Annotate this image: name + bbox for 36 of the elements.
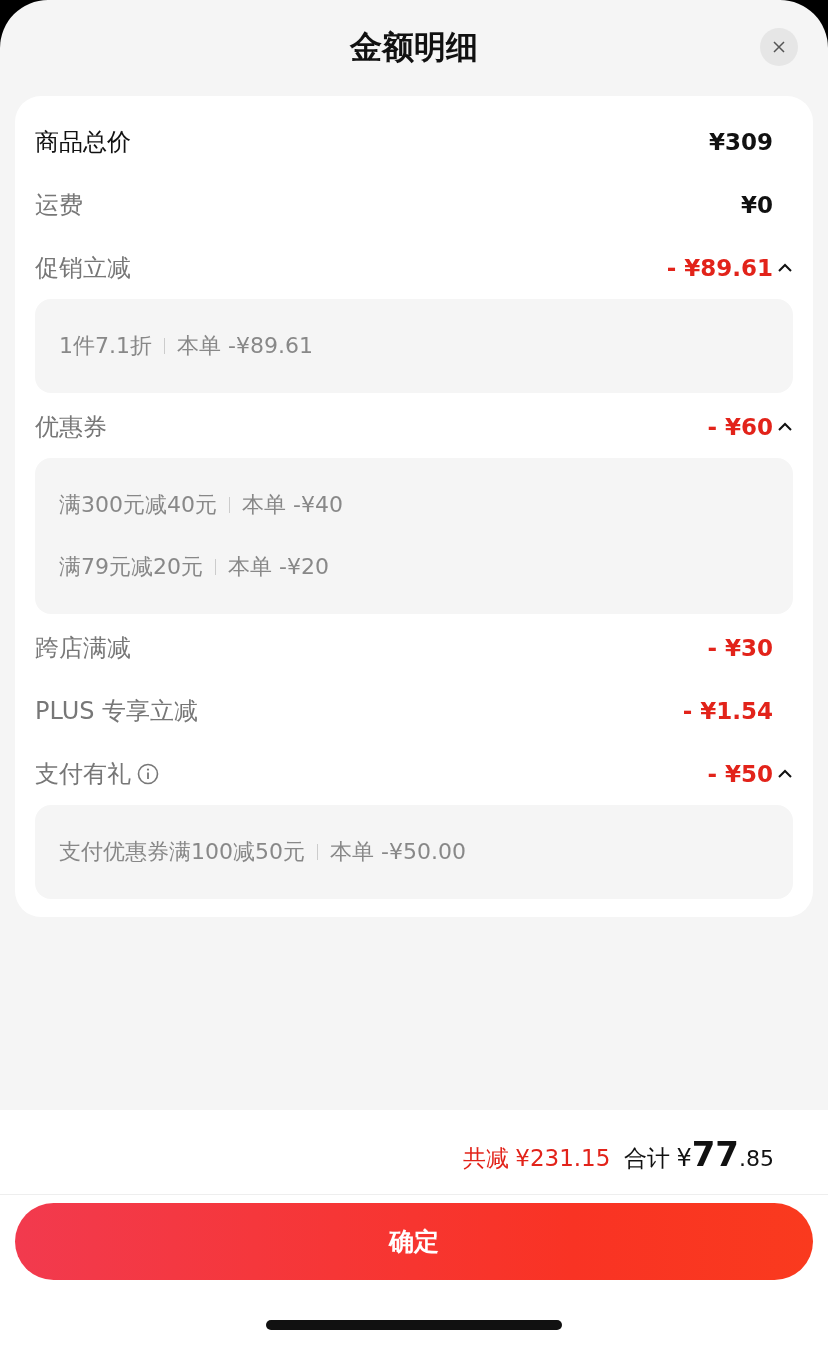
- row-label: 跨店满减: [35, 632, 131, 664]
- close-icon: [772, 40, 786, 54]
- row-label: PLUS 专享立减: [35, 695, 199, 727]
- detail-name: 支付优惠券满100减50元: [59, 838, 305, 866]
- row-amount: ¥0: [741, 191, 773, 218]
- saved-label: 共减: [463, 1144, 510, 1173]
- confirm-button[interactable]: 确定: [15, 1203, 813, 1280]
- detail-value: 本单 -¥89.61: [177, 332, 313, 360]
- row-amount: - ¥1.54: [682, 697, 773, 724]
- row-amount: - ¥50: [707, 760, 773, 787]
- detail-name: 满79元减20元: [59, 553, 203, 581]
- chevron-up-icon[interactable]: [777, 420, 793, 433]
- detail-value: 本单 -¥50.00: [330, 838, 466, 866]
- chevron-up-icon[interactable]: [777, 767, 793, 780]
- row-label: 促销立减: [35, 252, 131, 284]
- chevron-up-icon[interactable]: [777, 261, 793, 274]
- row-label: 支付有礼: [35, 758, 131, 790]
- detail-value: 本单 -¥40: [242, 491, 343, 519]
- row-amount: - ¥89.61: [666, 254, 773, 281]
- row-label: 优惠券: [35, 411, 107, 443]
- row-amount: - ¥60: [707, 413, 773, 440]
- total-currency: ¥: [676, 1144, 692, 1172]
- row-label: 运费: [35, 189, 83, 221]
- total-label: 合计: [624, 1144, 671, 1173]
- total-integer: 77: [691, 1134, 739, 1174]
- row-amount: ¥309: [709, 128, 773, 155]
- row-label: 商品总价: [35, 126, 131, 158]
- row-amount: - ¥30: [707, 634, 773, 661]
- close-button[interactable]: [760, 28, 798, 66]
- detail-name: 1件7.1折: [59, 332, 152, 360]
- total-decimal: .85: [739, 1146, 774, 1171]
- saved-amount: ¥231.15: [515, 1145, 611, 1171]
- info-icon[interactable]: [137, 762, 159, 785]
- detail-value: 本单 -¥20: [228, 553, 329, 581]
- detail-name: 满300元减40元: [59, 491, 217, 519]
- sheet-title: 金额明细: [350, 27, 478, 68]
